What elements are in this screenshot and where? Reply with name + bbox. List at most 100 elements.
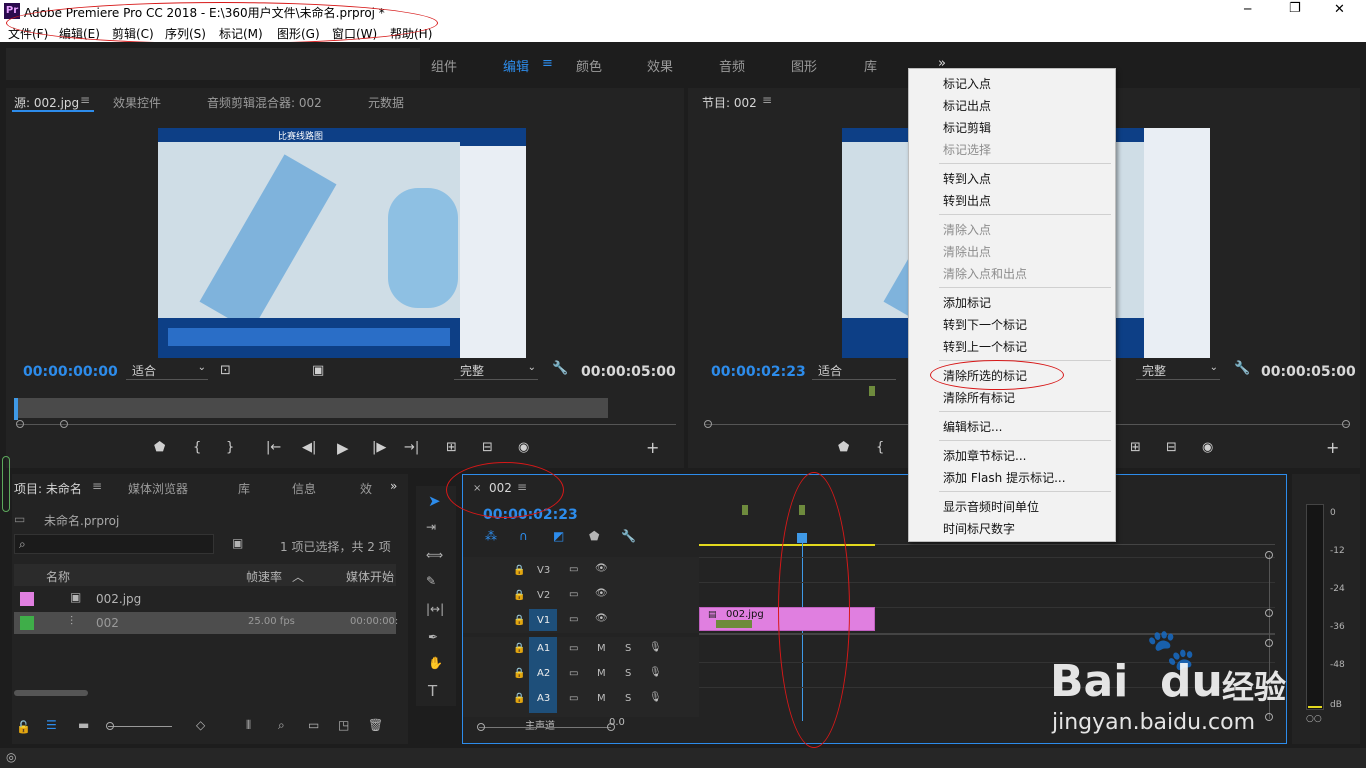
panel-grip[interactable]	[2, 456, 10, 512]
timeline-marker[interactable]	[742, 505, 748, 515]
razor-tool-icon[interactable]: ✎	[426, 574, 436, 588]
sync-lock-icon[interactable]: ▭	[569, 614, 578, 625]
source-overwrite-icon[interactable]: ⊟	[482, 440, 493, 455]
tab-source[interactable]: 源: 002.jpg	[14, 94, 79, 111]
list-item[interactable]: ⫶ 002 25.00 fps 00:00:00:	[14, 612, 398, 634]
timeline-h-scrollbar[interactable]	[479, 727, 611, 728]
panel-menu-icon[interactable]: ≡	[80, 93, 90, 107]
source-insert-icon[interactable]: ⊞	[446, 440, 457, 455]
sync-lock-icon[interactable]: ▭	[569, 564, 578, 575]
eye-icon[interactable]: 👁	[595, 563, 608, 574]
track-label-v3[interactable]: V3	[537, 565, 550, 576]
tab-program[interactable]: 节目: 002	[702, 94, 757, 111]
linked-selection-icon[interactable]: ◩	[553, 529, 564, 543]
hand-tool-icon[interactable]: ✋	[428, 656, 443, 670]
track-lock-icon[interactable]: 🔒	[513, 615, 525, 626]
solo-button[interactable]: S	[625, 643, 631, 654]
tab-media-browser[interactable]: 媒体浏览器	[128, 480, 188, 497]
source-mark-out-icon[interactable]: }	[226, 440, 234, 455]
source-wrench-icon[interactable]: 🔧	[552, 361, 568, 376]
menu-time-ruler-numbers[interactable]: 时间标尺数字	[943, 520, 1015, 537]
tab-libraries[interactable]: 库	[238, 480, 250, 497]
tab-project[interactable]: 项目: 未命名	[14, 480, 82, 497]
menu-add-marker[interactable]: 添加标记	[943, 294, 991, 311]
program-marker-icon[interactable]: ⬟	[838, 440, 849, 455]
microphone-icon[interactable]: 🎙	[649, 642, 662, 653]
source-marker-icon[interactable]: ⬟	[154, 440, 165, 455]
program-menu-icon[interactable]: ≡	[762, 93, 772, 107]
program-extract-icon[interactable]: ⊟	[1166, 440, 1177, 455]
sort-icons-icon[interactable]: ◇	[196, 718, 205, 732]
microphone-icon[interactable]: 🎙	[649, 692, 662, 703]
source-zoom-bar[interactable]	[16, 424, 676, 425]
source-camera-icon[interactable]: ◉	[518, 440, 529, 455]
menu-add-flash-cue-marker[interactable]: 添加 Flash 提示标记...	[943, 469, 1066, 486]
program-timecode[interactable]: 00:00:02:23	[711, 364, 806, 380]
mute-button[interactable]: M	[597, 693, 606, 704]
menu-mark-clip[interactable]: 标记剪辑	[943, 119, 991, 136]
track-label-v2[interactable]: V2	[537, 590, 550, 601]
trash-icon[interactable]: 🗑	[368, 718, 383, 732]
source-goto-in-icon[interactable]: |←	[266, 440, 281, 455]
project-menu-icon[interactable]: ≡	[92, 479, 102, 493]
source-export-icon[interactable]: ▣	[312, 363, 324, 378]
track-label-v1[interactable]: V1	[537, 615, 550, 626]
timeline-settings-icon[interactable]: 🔧	[621, 529, 636, 543]
track-lock-icon[interactable]: 🔒	[513, 565, 525, 576]
track-lock-icon[interactable]: 🔒	[513, 590, 525, 601]
eye-icon[interactable]: 👁	[595, 613, 608, 624]
source-add-button[interactable]: +	[646, 438, 659, 457]
mute-button[interactable]: M	[597, 668, 606, 679]
panel-more-icon[interactable]: »	[390, 479, 397, 493]
list-view-icon[interactable]: ☰	[46, 718, 57, 732]
automate-icon[interactable]: ⫴	[246, 718, 251, 733]
source-playhead[interactable]	[14, 398, 18, 420]
track-lock-icon[interactable]: 🔒	[513, 693, 525, 704]
sort-asc-icon[interactable]: ︿	[292, 568, 304, 585]
source-fit-dropdown[interactable]: 适合 ⌄	[126, 362, 208, 380]
microphone-icon[interactable]: 🎙	[649, 667, 662, 678]
source-step-forward-icon[interactable]: |▶	[372, 440, 386, 455]
program-wrench-icon[interactable]: 🔧	[1234, 361, 1250, 376]
program-fit-dropdown[interactable]: 适合	[812, 362, 896, 380]
nest-icon[interactable]: ⁂	[485, 529, 497, 543]
menu-go-to-out[interactable]: 转到出点	[943, 192, 991, 209]
track-label-a2[interactable]: A2	[537, 668, 550, 679]
mute-button[interactable]: M	[597, 643, 606, 654]
snap-icon[interactable]: ∩	[519, 529, 528, 543]
restore-button[interactable]: ❐	[1289, 1, 1301, 16]
source-quality-dropdown[interactable]: 完整 ⌄	[454, 362, 538, 380]
menu-go-to-in[interactable]: 转到入点	[943, 170, 991, 187]
list-item[interactable]: ▣ 002.jpg	[14, 588, 396, 610]
track-label-a3[interactable]: A3	[537, 693, 550, 704]
sync-lock-icon[interactable]: ▭	[569, 643, 578, 654]
workspace-effects[interactable]: 效果	[647, 56, 673, 75]
ripple-edit-tool-icon[interactable]: ⟺	[426, 548, 443, 562]
sync-lock-icon[interactable]: ▭	[569, 668, 578, 679]
workspace-menu-icon[interactable]: ≡	[542, 56, 553, 71]
column-framerate[interactable]: 帧速率	[246, 568, 282, 585]
solo-button[interactable]: S	[625, 668, 631, 679]
program-lift-icon[interactable]: ⊞	[1130, 440, 1141, 455]
add-marker-icon[interactable]: ⬟	[589, 529, 599, 543]
source-step-back-icon[interactable]: ◀|	[302, 440, 316, 455]
menu-show-audio-time-units[interactable]: 显示音频时间单位	[943, 498, 1039, 515]
sync-lock-icon[interactable]: ▭	[569, 589, 578, 600]
tab-effect-controls[interactable]: 效果控件	[113, 94, 161, 111]
track-lock-icon[interactable]: 🔒	[513, 643, 525, 654]
pen-tool-icon[interactable]: ✒	[428, 630, 438, 644]
menu-mark-in[interactable]: 标记入点	[943, 75, 991, 92]
workspace-graphics[interactable]: 图形	[791, 56, 817, 75]
solo-meter-buttons[interactable]: ○○	[1306, 714, 1322, 724]
program-marker[interactable]	[869, 386, 875, 396]
source-drag-icon[interactable]: ⊡	[220, 363, 231, 378]
tab-audio-clip-mixer[interactable]: 音频剪辑混合器: 002	[207, 94, 322, 111]
source-mark-in-icon[interactable]: {	[193, 440, 201, 455]
menu-previous-marker[interactable]: 转到上一个标记	[943, 338, 1027, 355]
program-camera-icon[interactable]: ◉	[1202, 440, 1213, 455]
slip-tool-icon[interactable]: |↔|	[426, 602, 444, 616]
icon-view-icon[interactable]: ▬	[78, 718, 89, 732]
close-button[interactable]: ✕	[1334, 2, 1345, 17]
lock-icon[interactable]: 🔓	[16, 720, 31, 734]
workspace-editing[interactable]: 编辑	[503, 56, 529, 75]
